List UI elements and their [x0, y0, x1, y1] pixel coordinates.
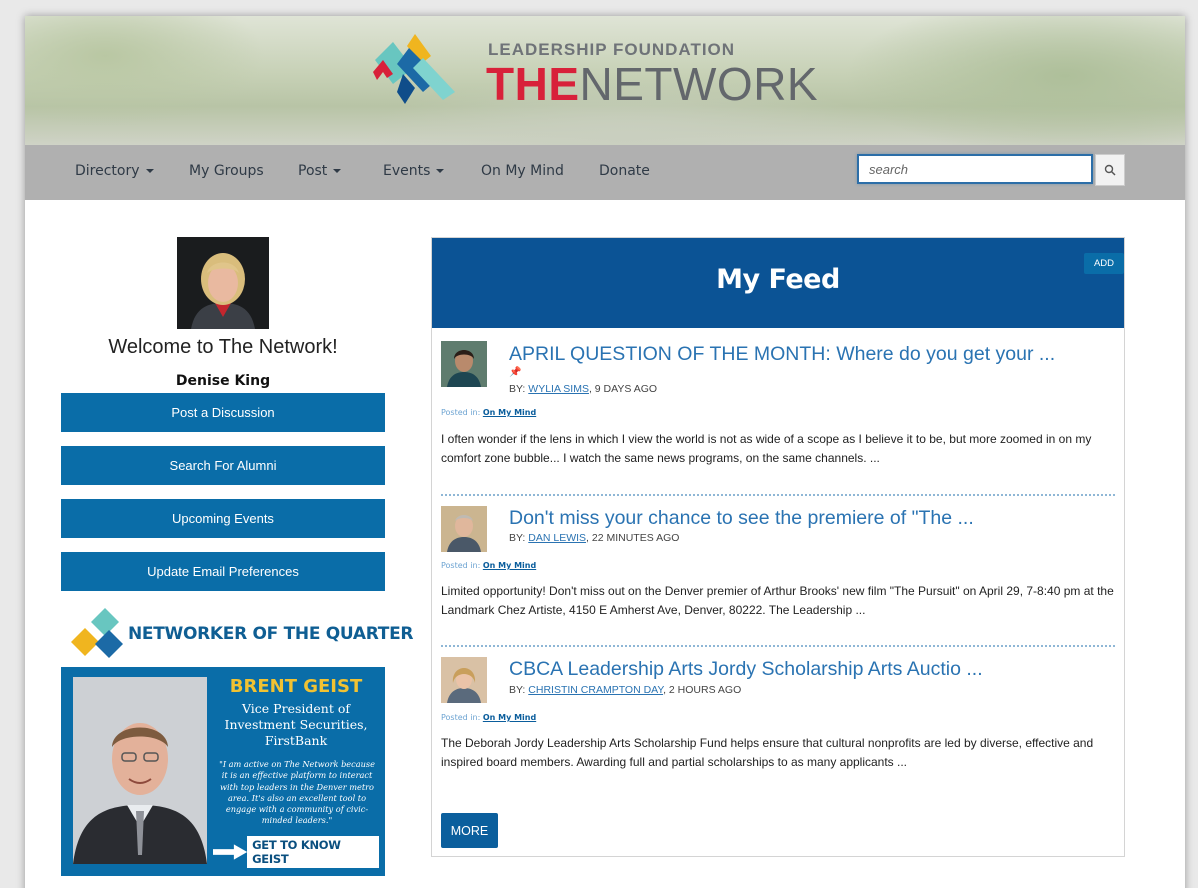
avatar[interactable]	[177, 237, 269, 329]
byline-prefix: BY:	[509, 383, 526, 395]
posted-in: Posted in: On My Mind	[441, 561, 536, 570]
post-divider	[441, 494, 1115, 496]
post-byline: BY: CHRISTIN CRAMPTON DAY, 2 HOURS AGO	[509, 684, 741, 696]
update-email-preferences-button[interactable]: Update Email Preferences	[61, 552, 385, 591]
posted-in-label: Posted in:	[441, 713, 481, 722]
post-age: , 9 DAYS AGO	[588, 383, 658, 395]
logo-network: NETWORK	[579, 58, 819, 110]
caret-down-icon	[436, 169, 445, 173]
feed-header: My Feed ADD	[432, 238, 1124, 328]
nav-donate[interactable]: Donate	[599, 163, 650, 179]
byline-prefix: BY:	[509, 532, 526, 544]
logo-wordmark[interactable]: THENETWORK	[486, 60, 818, 108]
post-discussion-button[interactable]: Post a Discussion	[61, 393, 385, 432]
nav-on-my-mind[interactable]: On My Mind	[481, 163, 564, 179]
user-photo	[177, 237, 269, 329]
nav-directory[interactable]: Directory	[75, 163, 154, 179]
caret-down-icon	[145, 169, 154, 173]
add-button[interactable]: ADD	[1084, 253, 1124, 274]
post-excerpt: The Deborah Jordy Leadership Arts Schola…	[441, 736, 1094, 769]
promo-name: BRENT GEIST	[229, 676, 363, 697]
post-divider	[441, 645, 1115, 647]
brent-geist-photo	[73, 677, 207, 864]
page-frame: LEADERSHIP FOUNDATION THENETWORK Directo…	[25, 16, 1185, 888]
get-to-know-label: GET TO KNOW GEIST	[247, 836, 379, 868]
post-byline: BY: WYLIA SIMS, 9 DAYS AGO	[509, 383, 657, 395]
user-name: Denise King	[175, 373, 271, 389]
nav-directory-label: Directory	[75, 163, 140, 179]
post-category-link[interactable]: On My Mind	[483, 408, 536, 417]
post-title[interactable]: CBCA Leadership Arts Jordy Scholarship A…	[509, 658, 983, 681]
arrow-right-icon	[213, 844, 248, 860]
caret-down-icon	[333, 169, 342, 173]
post-title[interactable]: APRIL QUESTION OF THE MONTH: Where do yo…	[509, 343, 1055, 366]
promo-title: Vice President of Investment Securities,…	[224, 701, 368, 748]
my-feed-panel: My Feed ADD APRIL QUESTION OF THE MONTH:…	[431, 237, 1125, 857]
nav-post[interactable]: Post	[298, 163, 342, 179]
header-banner: LEADERSHIP FOUNDATION THENETWORK	[25, 16, 1185, 145]
logo-the: THE	[486, 58, 580, 110]
posted-in: Posted in: On My Mind	[441, 408, 536, 417]
post-author-link[interactable]: WYLIA SIMS	[528, 383, 589, 395]
networker-promo[interactable]: BRENT GEIST Vice President of Investment…	[61, 667, 385, 876]
nav-on-my-mind-label: On My Mind	[481, 163, 564, 179]
promo-quote: "I am active on The Network because it i…	[219, 759, 375, 826]
nav-events-label: Events	[383, 163, 431, 179]
byline-prefix: BY:	[509, 684, 526, 696]
nav-post-label: Post	[298, 163, 328, 179]
nav-my-groups[interactable]: My Groups	[189, 163, 264, 179]
post-excerpt: Limited opportunity! Don't miss out on t…	[441, 584, 1114, 617]
search-input[interactable]	[857, 154, 1093, 184]
promo-photo	[73, 677, 207, 864]
welcome-heading: Welcome to The Network!	[108, 336, 338, 358]
networker-title: NETWORKER OF THE QUARTER	[128, 624, 414, 644]
network-logo-icon[interactable]	[363, 34, 467, 106]
more-button[interactable]: MORE	[441, 813, 498, 848]
nav-donate-label: Donate	[599, 163, 650, 179]
post-category-link[interactable]: On My Mind	[483, 713, 536, 722]
upcoming-events-button[interactable]: Upcoming Events	[61, 499, 385, 538]
search-button[interactable]	[1095, 154, 1125, 186]
post-age: , 22 MINUTES AGO	[586, 532, 680, 544]
post-author-avatar[interactable]	[441, 341, 487, 387]
get-to-know-button[interactable]: GET TO KNOW GEIST	[213, 836, 379, 868]
post-author-avatar[interactable]	[441, 657, 487, 703]
pin-icon: 📌	[509, 367, 522, 378]
nav-my-groups-label: My Groups	[189, 163, 264, 179]
post-author-avatar[interactable]	[441, 506, 487, 552]
post-author-link[interactable]: CHRISTIN CRAMPTON DAY	[528, 684, 663, 696]
nav-events[interactable]: Events	[383, 163, 445, 179]
search-alumni-button[interactable]: Search For Alumni	[61, 446, 385, 485]
networker-diamonds-icon	[71, 608, 123, 658]
post-byline: BY: DAN LEWIS, 22 MINUTES AGO	[509, 532, 679, 544]
post-excerpt: I often wonder if the lens in which I vi…	[441, 432, 1092, 465]
magnifier-icon	[1104, 164, 1116, 176]
feed-title: My Feed	[716, 264, 840, 295]
post-category-link[interactable]: On My Mind	[483, 561, 536, 570]
logo-top-line: LEADERSHIP FOUNDATION	[488, 40, 736, 59]
posted-in-label: Posted in:	[441, 561, 481, 570]
post-author-link[interactable]: DAN LEWIS	[528, 532, 586, 544]
post-age: , 2 HOURS AGO	[663, 684, 742, 696]
post-title[interactable]: Don't miss your chance to see the premie…	[509, 507, 974, 530]
posted-in-label: Posted in:	[441, 408, 481, 417]
posted-in: Posted in: On My Mind	[441, 713, 536, 722]
